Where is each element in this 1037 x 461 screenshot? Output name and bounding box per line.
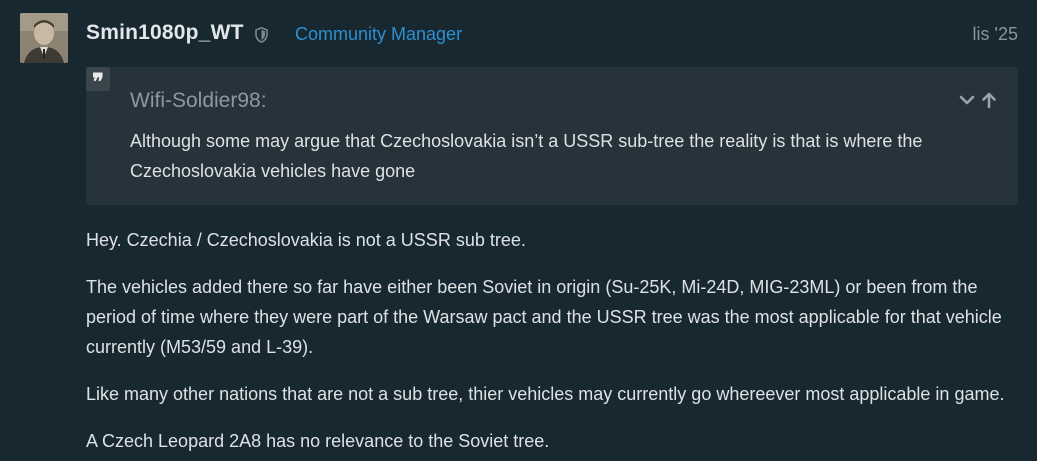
post-date[interactable]: lis '25 [973,24,1018,45]
arrow-up-icon[interactable] [980,91,998,109]
post-paragraph: Hey. Czechia / Czechoslovakia is not a U… [86,230,526,250]
username[interactable]: Smin1080p_WT [86,21,244,45]
post-paragraph: Like many other nations that are not a s… [86,384,1005,404]
quote-icon: ❞ [86,67,110,95]
avatar[interactable] [20,13,68,63]
quote-block: ❞ Wifi-Soldier98: Although some may argu… [86,67,1018,205]
shield-icon [255,27,268,43]
quote-text: Although some may argue that Czechoslova… [130,131,923,181]
quote-author[interactable]: Wifi-Soldier98: [130,89,267,113]
post-paragraph: The vehicles added there so far have eit… [86,277,1002,357]
post-body: Hey. Czechia / Czechoslovakia is not a U… [86,225,1026,461]
user-title: Community Manager [295,24,463,44]
chevron-down-icon[interactable] [958,91,976,109]
forum-post: Smin1080p_WT Community Manager lis '25 ❞… [0,0,1037,461]
post-paragraph: A Czech Leopard 2A8 has no relevance to … [86,431,550,451]
quote-controls [958,91,998,109]
